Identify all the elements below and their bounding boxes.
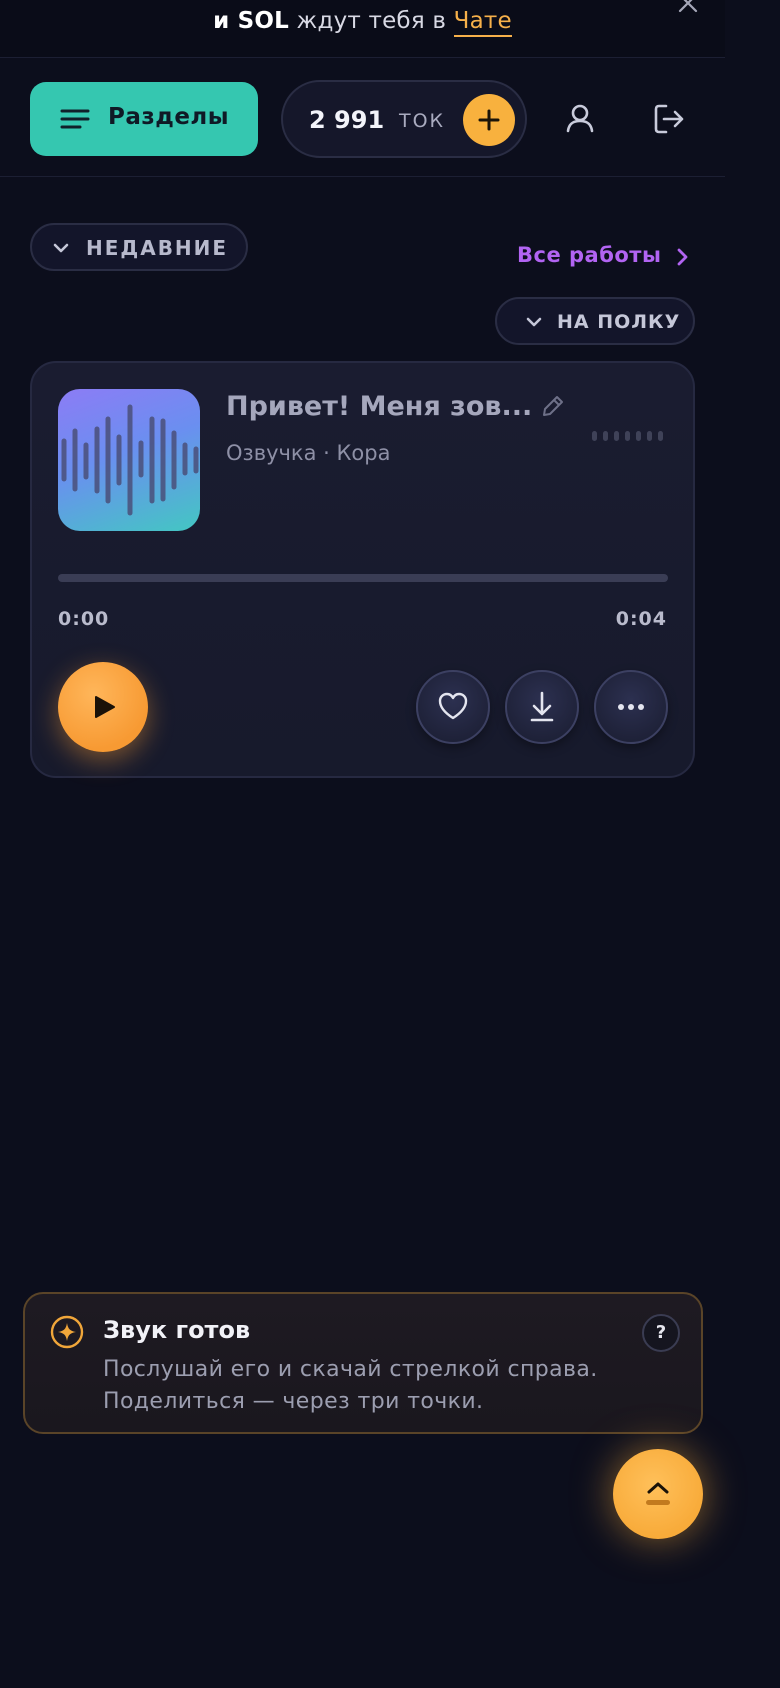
play-icon	[95, 696, 115, 718]
waveform-placeholder-icon	[592, 431, 663, 441]
sections-menu-label: Разделы	[108, 104, 230, 130]
announcement-banner: и SOL ждут тебя в Чате	[0, 0, 725, 58]
heart-icon	[438, 692, 468, 720]
track-card: Привет! Меня зов... Озвучка · Кора 0:00 …	[30, 361, 695, 778]
all-works-link[interactable]: Все работы	[517, 243, 661, 267]
sparkle-icon	[50, 1315, 84, 1349]
recent-filter-label: НЕДАВНИЕ	[86, 236, 229, 260]
chat-link[interactable]: Чате	[453, 8, 512, 37]
like-button[interactable]	[416, 670, 490, 744]
playback-progress-bar[interactable]	[58, 574, 668, 582]
time-total: 0:04	[615, 608, 667, 630]
chevron-right-icon[interactable]	[674, 247, 690, 267]
edit-pencil-icon[interactable]	[540, 393, 566, 419]
hint-text: Послушай его и скачай стрелкой справа. П…	[103, 1357, 598, 1414]
sections-menu-button[interactable]: Разделы	[30, 82, 258, 156]
recent-filter-toggle[interactable]: НЕДАВНИЕ	[30, 223, 248, 271]
add-tokens-button[interactable]	[463, 94, 515, 146]
shelf-dropdown[interactable]: НА ПОЛКУ	[495, 297, 695, 345]
banner-bold-text: и SOL	[213, 8, 290, 34]
chevron-down-icon	[53, 243, 69, 253]
track-cover	[58, 389, 200, 531]
play-button[interactable]	[58, 662, 148, 752]
plus-icon	[478, 109, 500, 131]
more-dots-icon	[618, 704, 644, 710]
track-subtitle: Озвучка · Кора	[226, 441, 391, 465]
chevron-down-icon	[526, 317, 542, 327]
chevron-up-icon	[646, 1482, 670, 1505]
time-current: 0:00	[58, 608, 110, 630]
user-icon[interactable]	[560, 99, 600, 139]
hint-toast: Звук готов Послушай его и скачай стрелко…	[23, 1292, 703, 1434]
help-button[interactable]: ?	[642, 1314, 680, 1352]
token-unit: ТОК	[399, 110, 446, 132]
menu-icon	[60, 109, 90, 129]
banner-mid-text: ждут тебя в	[289, 8, 454, 34]
close-icon[interactable]	[677, 0, 699, 14]
token-count: 2 991	[309, 106, 385, 134]
track-title[interactable]: Привет! Меня зов...	[226, 391, 532, 422]
waveform-icon	[61, 404, 199, 516]
scroll-top-button[interactable]	[613, 1449, 703, 1539]
top-bar: Разделы 2 991 ТОК	[0, 59, 725, 177]
hint-title: Звук готов	[103, 1316, 251, 1344]
banner-text: и SOL ждут тебя в Чате	[0, 8, 725, 37]
logout-icon[interactable]	[649, 99, 689, 139]
download-button[interactable]	[505, 670, 579, 744]
token-balance: 2 991 ТОК	[281, 80, 527, 158]
more-options-button[interactable]	[594, 670, 668, 744]
download-icon	[530, 691, 554, 722]
shelf-label: НА ПОЛКУ	[557, 311, 681, 333]
